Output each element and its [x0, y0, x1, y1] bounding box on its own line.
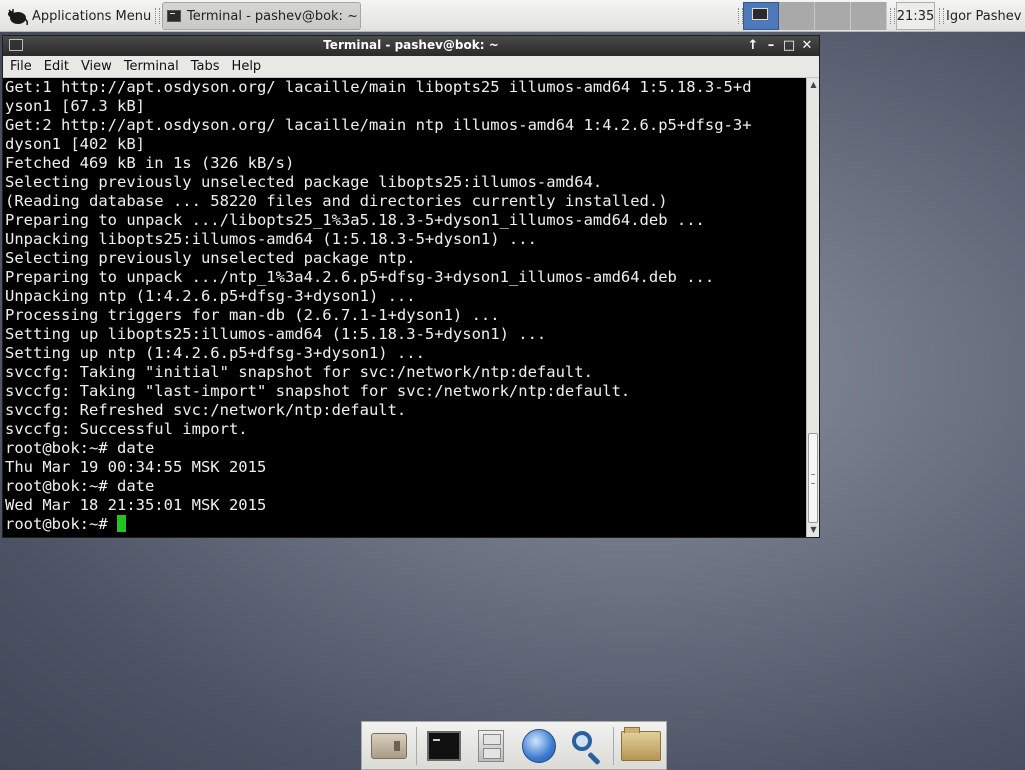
grip-icon — [811, 474, 815, 484]
terminal-line: Selecting previously unselected package … — [5, 249, 416, 267]
terminal-line: Preparing to unpack .../ntp_1%3a4.2.6.p5… — [5, 268, 715, 286]
dock-files-button[interactable] — [468, 724, 514, 768]
terminal-line: Selecting previously unselected package … — [5, 173, 603, 191]
terminal-line: Setting up libopts25:illumos-amd64 (1:5.… — [5, 325, 547, 343]
maximize-button[interactable]: □ — [781, 37, 797, 55]
minimize-button[interactable]: – — [763, 37, 779, 55]
terminal-scrollbar[interactable]: ▲ ▼ — [806, 78, 819, 537]
terminal-line: (Reading database ... 58220 files and di… — [5, 192, 668, 210]
menu-terminal[interactable]: Terminal — [119, 59, 184, 74]
panel-handle[interactable] — [939, 8, 944, 24]
terminal-line: Unpacking libopts25:illumos-amd64 (1:5.1… — [5, 230, 537, 248]
workspace-4[interactable] — [851, 2, 887, 30]
window-title: Terminal - pashev@bok: ~ — [323, 38, 499, 52]
dock-drive-button[interactable] — [366, 724, 412, 768]
terminal-line: root@bok:~# date — [5, 439, 155, 457]
scrollbar-thumb[interactable] — [808, 433, 818, 523]
terminal-menubar: File Edit View Terminal Tabs Help — [3, 56, 819, 78]
dock-terminal-button[interactable] — [421, 724, 467, 768]
taskbar-terminal-label: Terminal - pashev@bok: ~ — [187, 8, 358, 24]
terminal-line: Wed Mar 18 21:35:01 MSK 2015 — [5, 496, 267, 514]
close-button[interactable]: ✕ — [799, 37, 815, 55]
terminal-line: root@bok:~# date — [5, 477, 155, 495]
window-titlebar[interactable]: Terminal - pashev@bok: ~ ↑ – □ ✕ — [3, 36, 819, 56]
dock-panel — [361, 721, 667, 770]
workspace-switcher — [743, 2, 887, 30]
terminal-line: Fetched 469 kB in 1s (326 kB/s) — [5, 154, 295, 172]
workspace-3[interactable] — [815, 2, 851, 30]
terminal-output[interactable]: Get:1 http://apt.osdyson.org/ lacaille/m… — [3, 78, 806, 537]
terminal-icon — [167, 10, 181, 22]
terminal-prompt: root@bok:~# — [5, 515, 117, 533]
dock-separator — [613, 726, 615, 765]
scroll-up-arrow-icon[interactable]: ▲ — [808, 79, 819, 91]
terminal-line: svccfg: Successful import. — [5, 420, 248, 438]
web-browser-icon — [521, 728, 556, 763]
terminal-line: svccfg: Refreshed svc:/network/ntp:defau… — [5, 401, 407, 419]
xfce-mouse-icon — [8, 9, 28, 26]
menu-help[interactable]: Help — [227, 59, 267, 74]
terminal-line: Setting up ntp (1:4.2.6.p5+dfsg-3+dyson1… — [5, 344, 425, 362]
top-panel: Applications Menu Terminal - pashev@bok:… — [0, 0, 1025, 32]
terminal-window: Terminal - pashev@bok: ~ ↑ – □ ✕ File Ed… — [2, 35, 820, 538]
folder-icon — [621, 726, 662, 761]
terminal-line: Get:2 http://apt.osdyson.org/ lacaille/m… — [5, 116, 752, 134]
user-name-button[interactable]: Igor Pashev — [946, 0, 1021, 32]
scroll-down-arrow-icon[interactable]: ▼ — [808, 524, 819, 536]
menu-edit[interactable]: Edit — [39, 59, 74, 74]
dock-browser-button[interactable] — [516, 724, 562, 768]
terminal-line: svccfg: Taking "initial" snapshot for sv… — [5, 363, 593, 381]
file-cabinet-icon — [478, 729, 505, 762]
dock-separator — [415, 726, 417, 765]
window-thumbnail — [752, 8, 768, 20]
menu-view[interactable]: View — [76, 59, 117, 74]
dock-folder-button[interactable] — [618, 724, 664, 768]
menu-file[interactable]: File — [5, 59, 37, 74]
terminal-line: Unpacking ntp (1:4.2.6.p5+dfsg-3+dyson1)… — [5, 287, 416, 305]
terminal-line: Preparing to unpack .../libopts25_1%3a5.… — [5, 211, 705, 229]
applications-menu-label: Applications Menu — [32, 8, 152, 24]
terminal-line: Processing triggers for man-db (2.6.7.1-… — [5, 306, 500, 324]
terminal-prompt-line: root@bok:~# — [3, 515, 806, 534]
panel-handle[interactable] — [155, 8, 160, 24]
menu-tabs[interactable]: Tabs — [186, 59, 225, 74]
terminal-line: svccfg: Taking "last-import" snapshot fo… — [5, 382, 631, 400]
clock[interactable]: 21:35 — [896, 2, 935, 30]
workspace-1[interactable] — [743, 2, 779, 30]
taskbar-terminal-button[interactable]: Terminal - pashev@bok: ~ — [162, 2, 361, 30]
terminal-line: Thu Mar 19 00:34:55 MSK 2015 — [5, 458, 267, 476]
drive-icon — [370, 732, 407, 759]
applications-menu-button[interactable]: Applications Menu — [2, 2, 157, 30]
dock-search-button[interactable] — [564, 724, 610, 768]
panel-handle[interactable] — [890, 8, 895, 24]
terminal-line: Get:1 http://apt.osdyson.org/ lacaille/m… — [5, 78, 752, 96]
terminal-cursor — [116, 515, 126, 532]
search-icon — [570, 729, 604, 765]
terminal-icon — [426, 730, 461, 761]
terminal-line: dyson1 [402 kB] — [5, 135, 145, 153]
workspace-2[interactable] — [779, 2, 815, 30]
terminal-line: yson1 [67.3 kB] — [5, 97, 145, 115]
keep-above-button[interactable]: ↑ — [745, 37, 761, 55]
